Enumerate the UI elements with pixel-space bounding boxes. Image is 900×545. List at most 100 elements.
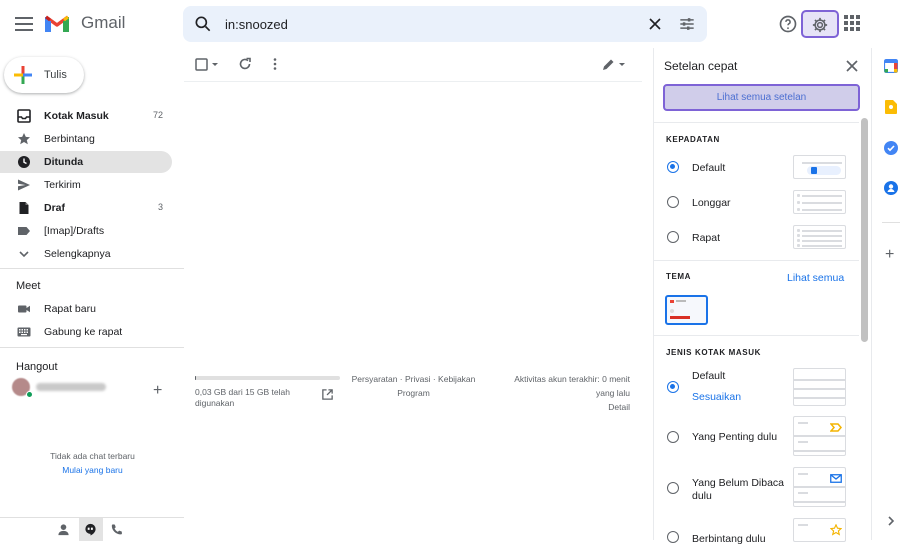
- inbox-starred-first-radio[interactable]: [667, 531, 679, 543]
- important-marker-icon: [830, 423, 842, 432]
- density-compact-label[interactable]: Rapat: [692, 232, 720, 244]
- more-options-icon[interactable]: [268, 57, 282, 71]
- clock-icon: [18, 156, 30, 168]
- keyboard-icon: [17, 327, 31, 337]
- divider: [882, 222, 900, 223]
- inbox-unread-first-radio[interactable]: [667, 482, 679, 494]
- hangout-contact-name[interactable]: [36, 383, 106, 391]
- close-quick-settings-button[interactable]: [845, 59, 859, 73]
- policy-links[interactable]: Persyaratan · Privasi · Kebijakan Progra…: [346, 374, 481, 398]
- quick-settings-title: Setelan cepat: [664, 59, 738, 73]
- meet-new-meeting[interactable]: Rapat baru: [0, 298, 172, 320]
- show-side-panel-icon[interactable]: [886, 515, 896, 527]
- theme-see-all-link[interactable]: Lihat semua: [787, 272, 844, 284]
- inbox-starred-first-label[interactable]: Berbintang dulu: [692, 533, 766, 545]
- density-default-label[interactable]: Default: [692, 162, 725, 174]
- send-icon: [18, 179, 30, 191]
- main-menu-button[interactable]: [12, 12, 36, 36]
- gear-icon: [812, 17, 828, 33]
- sidebar-item-inbox[interactable]: Kotak Masuk 72: [0, 105, 172, 127]
- start-new-chat-link[interactable]: Mulai yang baru: [0, 465, 185, 475]
- chevron-down-icon: [19, 251, 29, 258]
- online-status-dot: [26, 391, 33, 398]
- inbox-unread-first-label[interactable]: Yang Belum Dibaca dulu: [692, 477, 787, 503]
- inbox-default-radio[interactable]: [667, 381, 679, 393]
- density-default-preview[interactable]: [793, 155, 846, 179]
- google-apps-icon[interactable]: [843, 14, 861, 32]
- envelope-icon: [830, 474, 842, 483]
- activity-details-link[interactable]: Detail: [495, 402, 630, 412]
- policy-links-line1[interactable]: Persyaratan · Privasi · Kebijakan: [346, 374, 481, 384]
- inbox-default-label[interactable]: Default: [692, 370, 725, 382]
- compose-button[interactable]: Tulis: [4, 57, 84, 93]
- hangout-bottom-bar: [0, 517, 184, 541]
- sidebar-item-imap-drafts[interactable]: [Imap]/Drafts: [0, 220, 172, 242]
- density-default-radio[interactable]: [667, 161, 679, 173]
- star-icon: [18, 133, 30, 145]
- inbox-starred-first-preview[interactable]: [793, 518, 846, 542]
- inbox-unread-first-preview[interactable]: [793, 467, 846, 507]
- compose-label: Tulis: [44, 69, 67, 81]
- density-compact-preview[interactable]: [793, 225, 846, 249]
- compose-plus-icon: [14, 66, 32, 84]
- star-outline-icon: [830, 524, 842, 536]
- search-box[interactable]: in:snoozed: [183, 6, 707, 42]
- divider: [0, 268, 184, 269]
- account-activity: Aktivitas akun terakhir: 0 menit yang la…: [495, 374, 630, 412]
- settings-button[interactable]: [801, 10, 839, 38]
- label-icon: [18, 227, 30, 235]
- sidebar-item-more[interactable]: Selengkapnya: [0, 243, 172, 265]
- inbox-important-first-preview[interactable]: [793, 416, 846, 456]
- video-camera-icon: [18, 305, 30, 313]
- refresh-icon[interactable]: [238, 57, 252, 71]
- select-all-checkbox[interactable]: [195, 58, 223, 72]
- meet-join-meeting[interactable]: Gabung ke rapat: [0, 321, 172, 343]
- phone-icon[interactable]: [110, 523, 123, 536]
- storage-text-line1: 0,03 GB dari 15 GB telah: [195, 387, 290, 397]
- open-storage-icon[interactable]: [321, 388, 334, 401]
- density-compact-radio[interactable]: [667, 231, 679, 243]
- activity-text-line2: yang lalu: [595, 388, 630, 398]
- inbox-default-preview[interactable]: [793, 368, 846, 406]
- sidebar-item-snoozed[interactable]: Ditunda: [0, 151, 172, 173]
- inbox-important-first-radio[interactable]: [667, 431, 679, 443]
- side-panel-rail: [871, 48, 900, 540]
- see-all-settings-button[interactable]: Lihat semua setelan: [663, 84, 860, 111]
- input-tools-pencil-icon[interactable]: [601, 58, 627, 72]
- google-contacts-icon[interactable]: [884, 181, 898, 195]
- sidebar-item-starred[interactable]: Berbintang: [0, 128, 172, 150]
- sidebar-item-sent[interactable]: Terkirim: [0, 174, 172, 196]
- search-options-icon[interactable]: [677, 14, 697, 34]
- gmail-logo-icon[interactable]: [44, 13, 70, 33]
- inbox-count: 72: [152, 110, 163, 120]
- divider: [654, 122, 859, 123]
- person-icon[interactable]: [57, 523, 70, 536]
- storage-bar-fill: [195, 376, 196, 380]
- search-input[interactable]: in:snoozed: [225, 17, 288, 32]
- google-calendar-icon[interactable]: [884, 59, 898, 73]
- inbox-important-first-label[interactable]: Yang Penting dulu: [692, 431, 777, 443]
- top-bar: Gmail in:snoozed: [0, 0, 900, 48]
- get-addons-button[interactable]: +: [885, 246, 894, 264]
- drafts-count: 3: [157, 202, 163, 212]
- storage-text-line2: digunakan: [195, 398, 235, 408]
- density-comfortable-preview[interactable]: [793, 190, 846, 214]
- new-chat-button[interactable]: +: [153, 382, 162, 400]
- density-comfortable-radio[interactable]: [667, 196, 679, 208]
- hangouts-chat-icon[interactable]: [84, 523, 97, 536]
- inbox-icon: [17, 109, 31, 123]
- clear-search-icon[interactable]: [645, 14, 665, 34]
- policy-links-line2[interactable]: Program: [346, 388, 481, 398]
- density-comfortable-label[interactable]: Longgar: [692, 197, 731, 209]
- help-icon[interactable]: [778, 14, 798, 34]
- inbox-type-section-title: JENIS KOTAK MASUK: [666, 348, 761, 357]
- google-keep-icon[interactable]: [885, 100, 897, 114]
- panel-scrollbar[interactable]: [861, 118, 868, 342]
- no-chat-text: Tidak ada chat terbaru: [50, 451, 135, 461]
- theme-section-title: TEMA: [666, 272, 692, 281]
- google-tasks-icon[interactable]: [884, 141, 898, 155]
- theme-preview-default[interactable]: [665, 295, 708, 325]
- inbox-customize-link[interactable]: Sesuaikan: [692, 391, 741, 403]
- sidebar-item-drafts[interactable]: Draf 3: [0, 197, 172, 219]
- hamburger-menu-icon: [15, 17, 33, 31]
